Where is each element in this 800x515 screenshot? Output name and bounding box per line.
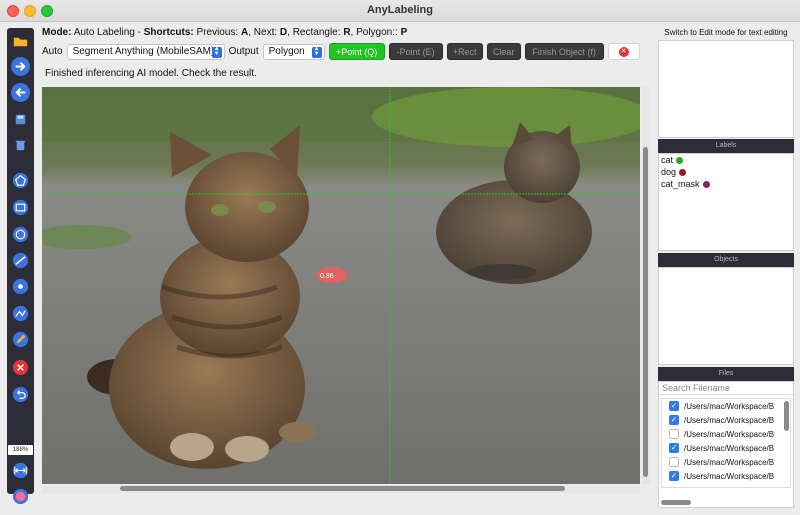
linestrip-icon[interactable]	[11, 304, 30, 323]
label-item-dog[interactable]: dog	[659, 166, 793, 178]
brain-icon[interactable]	[11, 487, 30, 506]
finish-object-button[interactable]: Finish Object (f)	[524, 43, 604, 60]
scroll-thumb[interactable]	[643, 147, 648, 477]
labels-list: cat dog cat_mask	[658, 153, 794, 251]
files-panel: Files Search Filename ✓ /Users/mac/Worksp…	[658, 367, 794, 508]
label-color-dot	[702, 180, 710, 188]
select-arrows-icon: ▲ ▼	[311, 46, 322, 58]
list-item[interactable]: ✓ /Users/mac/Workspace/B	[662, 469, 790, 483]
list-item[interactable]: /Users/mac/Workspace/B	[662, 427, 790, 441]
next-arrow-icon[interactable]	[11, 57, 30, 76]
files-hscroll-thumb[interactable]	[661, 500, 691, 505]
mode-separator: -	[134, 27, 144, 38]
label-name: cat_mask	[661, 179, 700, 189]
zoom-level: 188%	[8, 445, 33, 455]
label-item-cat-mask[interactable]: cat_mask	[659, 178, 793, 190]
file-path: /Users/mac/Workspace/B	[684, 415, 775, 425]
shortcut-key: R	[343, 27, 351, 38]
delete-icon[interactable]	[11, 136, 30, 155]
label-item-cat[interactable]: cat	[659, 154, 793, 166]
add-rect-button[interactable]: +Rect	[446, 43, 483, 60]
point-icon[interactable]	[11, 277, 30, 296]
checkbox-checked[interactable]: ✓	[669, 471, 679, 481]
file-path: /Users/mac/Workspace/B	[684, 457, 775, 467]
objects-header: Objects	[658, 253, 794, 267]
edit-icon[interactable]	[11, 330, 30, 349]
files-scroll-thumb[interactable]	[784, 401, 789, 431]
shortcut-text: , Next:	[248, 27, 280, 38]
model-select-value: Segment Anything (MobileSAM)	[72, 46, 215, 57]
shortcut-key: P	[400, 27, 408, 38]
shortcuts-label: Shortcuts:	[143, 27, 194, 38]
line-icon[interactable]	[11, 251, 30, 270]
list-item[interactable]: ✓ /Users/mac/Workspace/B	[662, 441, 790, 455]
mode-shortcuts-line: Mode: Auto Labeling - Shortcuts: Previou…	[42, 27, 407, 38]
cats-photo: 0.86	[42, 87, 640, 484]
labels-panel: Labels cat dog cat_mask	[658, 139, 794, 251]
remove-icon[interactable]	[11, 358, 30, 377]
label-color-dot	[676, 156, 684, 164]
files-header: Files	[658, 367, 794, 381]
list-item[interactable]: /Users/mac/Workspace/B	[662, 455, 790, 469]
file-path: /Users/mac/Workspace/B	[684, 443, 775, 453]
open-folder-icon[interactable]	[11, 32, 30, 51]
checkbox-checked[interactable]: ✓	[669, 443, 679, 453]
checkbox-checked[interactable]: ✓	[669, 401, 679, 411]
prev-arrow-icon[interactable]	[11, 83, 30, 102]
canvas-horizontal-scrollbar[interactable]	[42, 485, 640, 493]
output-select[interactable]: Polygon ▲ ▼	[262, 43, 325, 60]
output-label: Output	[228, 46, 259, 57]
shortcut-text: , Rectangle:	[287, 27, 344, 38]
checkbox-checked[interactable]: ✓	[669, 415, 679, 425]
shortcut-text: Previous:	[193, 27, 241, 38]
circle-icon[interactable]	[11, 225, 30, 244]
title-bar: AnyLabeling	[0, 0, 800, 22]
model-select[interactable]: Segment Anything (MobileSAM) ▲ ▼	[66, 43, 225, 60]
list-item[interactable]: ✓ /Users/mac/Workspace/B	[662, 399, 790, 413]
rectangle-icon[interactable]	[11, 198, 30, 217]
save-icon[interactable]	[11, 110, 30, 129]
left-toolbar: 188%	[7, 28, 34, 494]
remove-point-button[interactable]: -Point (E)	[388, 43, 443, 60]
auto-label: Auto	[42, 46, 63, 57]
clear-button[interactable]: Clear	[486, 43, 521, 60]
stop-auto-label-button[interactable]: ✕	[607, 43, 640, 60]
undo-icon[interactable]	[11, 385, 30, 404]
close-icon: ✕	[618, 46, 629, 57]
file-path: /Users/mac/Workspace/B	[684, 471, 775, 481]
image-canvas[interactable]: 0.86	[42, 87, 640, 484]
auto-label-controls: Auto Segment Anything (MobileSAM) ▲ ▼ Out…	[42, 43, 640, 60]
window-title: AnyLabeling	[366, 4, 433, 16]
labels-header: Labels	[658, 139, 794, 153]
file-path: /Users/mac/Workspace/B	[684, 429, 775, 439]
files-list: ✓ /Users/mac/Workspace/B ✓ /Users/mac/Work…	[661, 398, 791, 488]
canvas-vertical-scrollbar[interactable]	[642, 87, 650, 484]
objects-panel: Objects	[658, 253, 794, 365]
status-message: Finished inferencing AI model. Check the…	[45, 68, 257, 79]
marker-label: 0.86	[320, 273, 334, 280]
search-filename-input[interactable]: Search Filename	[659, 382, 793, 395]
add-point-button[interactable]: +Point (Q)	[328, 43, 385, 60]
polygon-icon[interactable]	[11, 171, 30, 190]
mode-label: Mode:	[42, 27, 72, 38]
fit-width-icon[interactable]	[11, 461, 30, 480]
scroll-thumb[interactable]	[120, 486, 565, 491]
output-select-value: Polygon	[268, 46, 305, 57]
label-name: cat	[661, 155, 674, 165]
text-edit-box[interactable]	[658, 40, 794, 138]
label-name: dog	[661, 167, 677, 177]
shortcut-text: , Polygon::	[350, 27, 401, 38]
checkbox-unchecked[interactable]	[669, 429, 679, 439]
objects-list	[658, 267, 794, 365]
file-path: /Users/mac/Workspace/B	[684, 401, 775, 411]
edit-mode-note: Switch to Edit mode for text editing	[664, 28, 788, 37]
checkbox-unchecked[interactable]	[669, 457, 679, 467]
select-arrows-icon: ▲ ▼	[211, 46, 222, 58]
label-color-dot	[679, 168, 687, 176]
list-item[interactable]: ✓ /Users/mac/Workspace/B	[662, 413, 790, 427]
files-box: Search Filename ✓ /Users/mac/Workspace/B …	[658, 381, 794, 508]
mode-value: Auto Labeling	[73, 27, 135, 38]
